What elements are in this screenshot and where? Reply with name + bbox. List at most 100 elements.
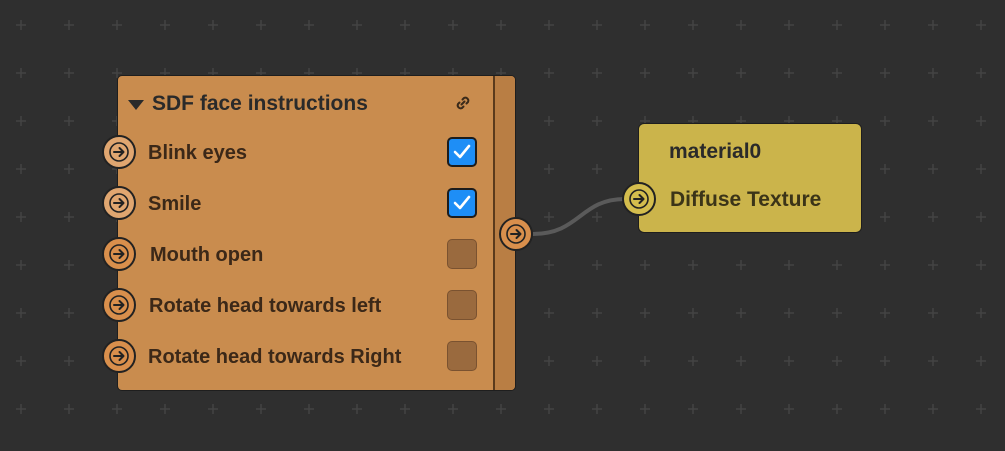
grid-cross [448,20,458,30]
material0-node[interactable]: material0 Diffuse Texture [638,123,862,233]
diffuse-texture-label: Diffuse Texture [670,188,822,211]
grid-cross [400,20,410,30]
grid-cross [832,308,842,318]
grid-cross [928,68,938,78]
grid-cross [544,212,554,222]
checkbox-rotate-head-right[interactable] [447,341,477,371]
grid-cross [736,308,746,318]
grid-cross [832,68,842,78]
grid-cross [832,20,842,30]
grid-cross [592,116,602,126]
row-mouth-open: Mouth open [118,237,498,273]
grid-cross [736,356,746,366]
grid-cross [352,20,362,30]
grid-cross [880,164,890,174]
grid-cross [16,212,26,222]
grid-cross [736,404,746,414]
grid-cross [688,308,698,318]
grid-cross [976,404,986,414]
grid-cross [112,20,122,30]
grid-cross [976,260,986,270]
grid-cross [784,404,794,414]
checkmark-icon [453,144,471,159]
grid-cross [928,260,938,270]
grid-cross [976,20,986,30]
input-port-blink-eyes[interactable] [102,135,136,169]
grid-cross [880,308,890,318]
grid-cross [688,260,698,270]
checkbox-mouth-open[interactable] [447,239,477,269]
grid-cross [544,356,554,366]
grid-cross [208,20,218,30]
grid-cross [928,116,938,126]
grid-cross [16,308,26,318]
arrow-right-icon [506,224,526,244]
grid-cross [448,404,458,414]
grid-cross [544,404,554,414]
grid-cross [592,404,602,414]
grid-cross [16,404,26,414]
grid-cross [64,164,74,174]
grid-cross [112,404,122,414]
node-graph-canvas[interactable]: SDF face instructions Blink eyes Smile M… [0,0,1005,451]
checkbox-rotate-head-left[interactable] [447,290,477,320]
row-label: Rotate head towards Right [148,346,402,368]
row-rotate-head-left: Rotate head towards left [118,288,498,324]
row-rotate-head-right: Rotate head towards Right [118,339,498,375]
sdf-face-instructions-node[interactable]: SDF face instructions Blink eyes Smile M… [117,75,516,391]
grid-cross [16,260,26,270]
grid-cross [880,116,890,126]
grid-cross [64,212,74,222]
triangle-down-icon[interactable] [128,100,144,110]
grid-cross [544,20,554,30]
checkbox-smile[interactable] [447,188,477,218]
grid-cross [784,308,794,318]
arrow-right-icon [109,244,129,264]
grid-cross [64,308,74,318]
grid-cross [16,164,26,174]
grid-cross [880,356,890,366]
grid-cross [400,404,410,414]
grid-cross [736,20,746,30]
grid-cross [304,404,314,414]
output-port-sdf[interactable] [499,217,533,251]
input-port-rotate-head-left[interactable] [102,288,136,322]
checkbox-blink-eyes[interactable] [447,137,477,167]
grid-cross [928,164,938,174]
node-title: material0 [669,140,762,163]
input-port-diffuse-texture[interactable] [622,182,656,216]
grid-cross [832,260,842,270]
grid-cross [976,68,986,78]
grid-cross [16,20,26,30]
grid-cross [976,356,986,366]
input-port-mouth-open[interactable] [102,237,136,271]
row-smile: Smile [118,186,498,222]
grid-cross [640,260,650,270]
grid-cross [16,68,26,78]
arrow-right-icon [109,295,129,315]
grid-cross [640,404,650,414]
node-header[interactable]: SDF face instructions [128,90,368,118]
grid-cross [976,116,986,126]
link-icon[interactable] [454,94,472,112]
grid-cross [688,356,698,366]
grid-cross [160,20,170,30]
grid-cross [256,20,266,30]
grid-cross [544,68,554,78]
row-blink-eyes: Blink eyes [118,135,498,171]
grid-cross [544,308,554,318]
arrow-right-icon [109,346,129,366]
grid-cross [688,20,698,30]
grid-cross [592,308,602,318]
input-port-smile[interactable] [102,186,136,220]
grid-cross [208,404,218,414]
arrow-right-icon [109,193,129,213]
grid-cross [352,404,362,414]
grid-cross [928,356,938,366]
grid-cross [640,68,650,78]
input-port-rotate-head-right[interactable] [102,339,136,373]
grid-cross [976,212,986,222]
grid-cross [256,404,266,414]
grid-cross [976,164,986,174]
grid-cross [784,20,794,30]
